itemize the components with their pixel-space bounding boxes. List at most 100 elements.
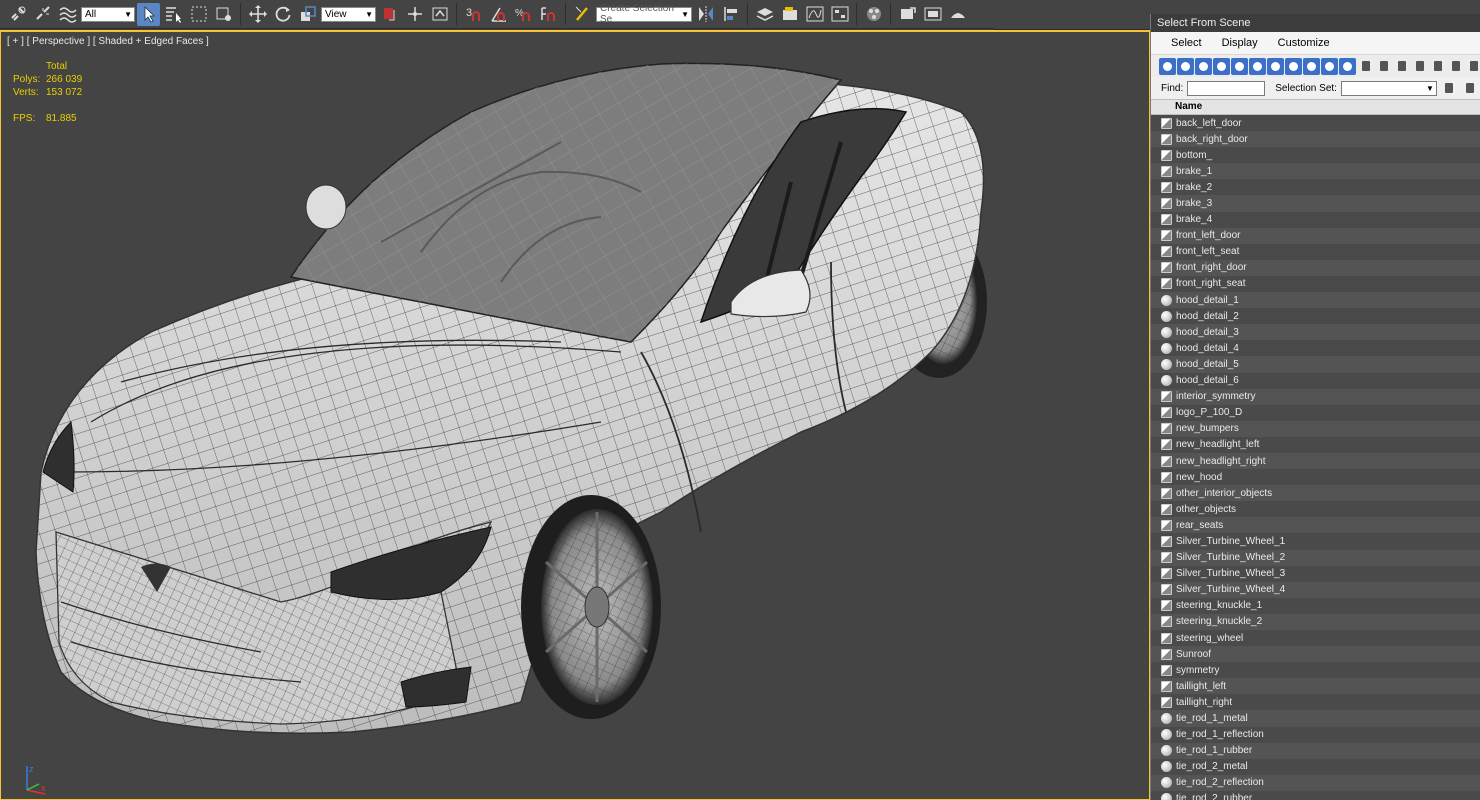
list-item[interactable]: interior_symmetry — [1151, 388, 1480, 405]
reference-coordinate-dropdown[interactable]: View ▼ — [321, 6, 376, 22]
selection-set-dropdown[interactable]: ▼ — [1340, 80, 1437, 96]
list-item[interactable]: tie_rod_1_metal — [1151, 710, 1480, 727]
display-containers-icon[interactable] — [1321, 57, 1338, 75]
render-setup-icon[interactable] — [896, 3, 919, 26]
display-spacewarps-icon[interactable] — [1249, 57, 1266, 75]
list-item[interactable]: back_left_door — [1151, 115, 1480, 132]
mirror-icon[interactable] — [694, 3, 717, 26]
list-item[interactable]: rear_seats — [1151, 517, 1480, 534]
bind-spacewarp-icon[interactable] — [56, 3, 79, 26]
list-item[interactable]: bottom_ — [1151, 147, 1480, 164]
viewport-label[interactable]: [ + ] [ Perspective ] [ Shaded + Edged F… — [7, 36, 209, 47]
keyboard-shortcut-icon[interactable] — [428, 3, 451, 26]
list-item[interactable]: tie_rod_2_metal — [1151, 758, 1480, 775]
rendered-frame-window-icon[interactable] — [921, 3, 944, 26]
select-manipulate-icon[interactable] — [403, 3, 426, 26]
edit-named-selection-icon[interactable] — [571, 3, 594, 26]
display-groups-icon[interactable] — [1267, 57, 1284, 75]
list-item[interactable]: hood_detail_2 — [1151, 308, 1480, 325]
list-item[interactable]: other_interior_objects — [1151, 485, 1480, 502]
percent-snap-icon[interactable]: % — [512, 3, 535, 26]
perspective-viewport[interactable]: [ + ] [ Perspective ] [ Shaded + Edged F… — [0, 30, 1150, 800]
display-frozen-icon[interactable] — [1339, 57, 1356, 75]
snaps-toggle-icon[interactable]: 3 — [462, 3, 485, 26]
list-item[interactable]: taillight_right — [1151, 694, 1480, 711]
list-item[interactable]: tie_rod_1_rubber — [1151, 742, 1480, 759]
list-item[interactable]: symmetry — [1151, 662, 1480, 679]
list-item[interactable]: hood_detail_6 — [1151, 372, 1480, 389]
edit-selection-set-icon[interactable] — [1462, 80, 1479, 97]
display-bones-icon[interactable] — [1303, 57, 1320, 75]
window-crossing-icon[interactable] — [212, 3, 235, 26]
rectangular-region-icon[interactable] — [187, 3, 210, 26]
display-all-icon[interactable] — [1375, 58, 1392, 75]
list-item[interactable]: hood_detail_4 — [1151, 340, 1480, 357]
hierarchy-icon[interactable] — [1447, 58, 1464, 75]
list-item[interactable]: hood_detail_5 — [1151, 356, 1480, 373]
find-input[interactable] — [1187, 80, 1266, 96]
dialog-title[interactable]: Select From Scene — [1151, 14, 1480, 32]
menu-select[interactable]: Select — [1171, 37, 1202, 49]
pivot-center-icon[interactable] — [378, 3, 401, 26]
select-by-name-icon[interactable] — [162, 3, 185, 26]
list-item[interactable]: Silver_Turbine_Wheel_4 — [1151, 581, 1480, 598]
list-item[interactable]: new_hood — [1151, 469, 1480, 486]
unlink-icon[interactable] — [31, 3, 54, 26]
display-lights-icon[interactable] — [1195, 57, 1212, 75]
rotate-icon[interactable] — [271, 3, 294, 26]
scene-explorer-icon[interactable] — [778, 3, 801, 26]
align-icon[interactable] — [719, 3, 742, 26]
list-item[interactable]: Silver_Turbine_Wheel_1 — [1151, 533, 1480, 550]
menu-display[interactable]: Display — [1222, 37, 1258, 49]
list-item[interactable]: hood_detail_3 — [1151, 324, 1480, 341]
invert-display-icon[interactable] — [1411, 58, 1428, 75]
display-xrefs-icon[interactable] — [1285, 57, 1302, 75]
render-production-icon[interactable] — [946, 3, 969, 26]
list-item[interactable]: tie_rod_2_reflection — [1151, 774, 1480, 791]
scale-icon[interactable] — [296, 3, 319, 26]
schematic-view-icon[interactable] — [828, 3, 851, 26]
list-item[interactable]: steering_wheel — [1151, 630, 1480, 647]
list-item[interactable]: brake_3 — [1151, 195, 1480, 212]
list-item[interactable]: steering_knuckle_2 — [1151, 613, 1480, 630]
menu-customize[interactable]: Customize — [1278, 37, 1330, 49]
display-hidden-icon[interactable] — [1357, 58, 1374, 75]
select-object-icon[interactable] — [137, 2, 160, 26]
move-icon[interactable] — [246, 3, 269, 26]
display-helpers-icon[interactable] — [1231, 57, 1248, 75]
list-item[interactable]: new_headlight_right — [1151, 452, 1480, 470]
list-item[interactable]: Sunroof — [1151, 646, 1480, 663]
material-editor-icon[interactable] — [862, 3, 885, 26]
list-item[interactable]: steering_knuckle_1 — [1151, 597, 1480, 614]
list-item[interactable]: front_left_door — [1151, 227, 1480, 244]
list-item[interactable]: logo_P_100_D — [1151, 404, 1480, 421]
list-item[interactable]: brake_2 — [1151, 179, 1480, 196]
list-item[interactable]: front_left_seat — [1151, 243, 1480, 260]
link-icon[interactable] — [6, 3, 29, 26]
list-item[interactable]: hood_detail_1 — [1151, 292, 1480, 309]
list-item[interactable]: Silver_Turbine_Wheel_3 — [1151, 565, 1480, 582]
curve-editor-icon[interactable] — [803, 3, 826, 26]
sort-icon[interactable] — [1465, 58, 1480, 75]
column-header-name[interactable]: Name — [1151, 99, 1480, 115]
filter-icon[interactable] — [1429, 58, 1446, 75]
list-item[interactable]: brake_4 — [1151, 211, 1480, 228]
list-item[interactable]: tie_rod_1_reflection — [1151, 726, 1480, 743]
display-cameras-icon[interactable] — [1213, 57, 1230, 75]
list-item[interactable]: new_bumpers — [1151, 420, 1480, 437]
angle-snap-icon[interactable] — [487, 3, 510, 26]
list-item[interactable]: Silver_Turbine_Wheel_2 — [1151, 549, 1480, 566]
list-item[interactable]: other_objects — [1151, 501, 1480, 518]
display-none-icon[interactable] — [1393, 58, 1410, 75]
list-item[interactable]: new_headlight_left — [1151, 436, 1480, 453]
spinner-snap-icon[interactable] — [537, 3, 560, 26]
list-item[interactable]: back_right_door — [1151, 131, 1480, 148]
list-item[interactable]: taillight_left — [1151, 678, 1480, 695]
named-selection-dropdown[interactable]: Create Selection Se ▼ — [596, 3, 692, 25]
selection-filter-dropdown[interactable]: All ▼ — [81, 6, 135, 22]
save-selection-set-icon[interactable] — [1441, 80, 1458, 97]
list-item[interactable]: brake_1 — [1151, 163, 1480, 180]
list-item[interactable]: front_right_seat — [1151, 275, 1480, 293]
list-item[interactable]: tie_rod_2_rubber — [1151, 790, 1480, 800]
display-shapes-icon[interactable] — [1177, 57, 1194, 75]
